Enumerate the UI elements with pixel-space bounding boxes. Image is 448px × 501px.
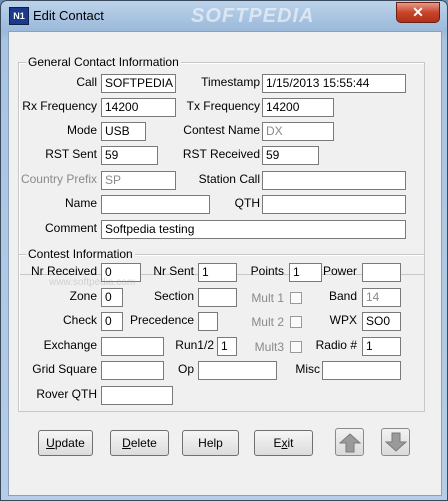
misc-field[interactable] xyxy=(322,361,401,380)
rover-qth-label: Rover QTH xyxy=(36,387,97,401)
general-contact-group: General Contact Information xyxy=(18,55,425,275)
delete-button-label: elete xyxy=(130,436,157,450)
check-label: Check xyxy=(62,313,97,327)
general-contact-group-title: General Contact Information xyxy=(26,55,181,69)
mult1-label: Mult 1 xyxy=(251,291,284,305)
run12-field[interactable]: 1 xyxy=(217,337,237,356)
call-label: Call xyxy=(76,75,97,89)
rx-frequency-label: Rx Frequency xyxy=(22,99,97,113)
band-label: Band xyxy=(328,289,357,303)
watermark: SOFTPEDIA xyxy=(191,5,315,27)
timestamp-label: Timestamp xyxy=(201,75,260,89)
station-call-field[interactable] xyxy=(262,171,406,190)
up-arrow-icon xyxy=(339,433,361,453)
help-button-label: Help xyxy=(198,436,223,450)
rover-qth-field[interactable] xyxy=(101,386,173,405)
mult1-checkbox[interactable] xyxy=(290,292,302,304)
edit-contact-window: N1 Edit Contact SOFTPEDIA ✕ General Cont… xyxy=(0,0,448,501)
window-title: Edit Contact xyxy=(33,8,104,23)
previous-record-button[interactable] xyxy=(335,428,364,456)
mult3-label: Mult3 xyxy=(254,340,284,354)
misc-label: Misc xyxy=(295,362,320,376)
update-button-accel: U xyxy=(46,436,55,450)
delete-button[interactable]: Delete xyxy=(110,430,169,456)
wpx-field[interactable]: SO0 xyxy=(362,312,401,331)
title-bar[interactable]: N1 Edit Contact SOFTPEDIA ✕ xyxy=(1,1,447,31)
contest-name-field[interactable]: DX xyxy=(262,122,334,141)
grid-square-field[interactable] xyxy=(101,361,164,380)
op-label: Op xyxy=(177,362,194,376)
power-label: Power xyxy=(322,264,357,278)
section-field[interactable] xyxy=(198,288,237,307)
band-field[interactable]: 14 xyxy=(362,288,401,307)
rst-received-field[interactable]: 59 xyxy=(262,146,319,165)
rst-sent-field[interactable]: 59 xyxy=(101,146,158,165)
delete-button-accel: D xyxy=(122,436,131,450)
name-field[interactable] xyxy=(101,195,210,214)
power-field[interactable] xyxy=(362,263,401,282)
country-prefix-field[interactable]: SP xyxy=(101,171,176,190)
radio-number-label: Radio # xyxy=(315,338,357,352)
points-label: Points xyxy=(250,264,284,278)
qth-field[interactable] xyxy=(262,195,406,214)
precedence-label: Precedence xyxy=(129,313,194,327)
tx-frequency-label: Tx Frequency xyxy=(186,99,260,113)
wpx-label: WPX xyxy=(329,313,357,327)
timestamp-field[interactable]: 1/15/2013 15:55:44 xyxy=(262,74,406,93)
exit-button-label-pre: E xyxy=(273,436,282,450)
radio-number-field[interactable]: 1 xyxy=(362,337,401,356)
update-button[interactable]: Update xyxy=(38,430,93,456)
down-arrow-icon xyxy=(385,432,407,452)
call-field[interactable]: SOFTPEDIA xyxy=(101,74,176,93)
contest-info-group-title: Contest Information xyxy=(26,247,135,261)
mult2-checkbox[interactable] xyxy=(290,316,302,328)
ghost-watermark-text: www.softpedia.com xyxy=(49,277,136,288)
rx-frequency-field[interactable]: 14200 xyxy=(101,98,176,117)
nr-sent-label: Nr Sent xyxy=(153,264,194,278)
tx-frequency-field[interactable]: 14200 xyxy=(262,98,334,117)
rst-received-label: RST Received xyxy=(182,147,260,161)
check-field[interactable]: 0 xyxy=(101,312,123,331)
grid-square-label: Grid Square xyxy=(32,362,97,376)
mode-label: Mode xyxy=(66,123,97,137)
qth-label: QTH xyxy=(234,196,260,210)
nr-received-label: Nr Received xyxy=(30,264,97,278)
run12-label: Run1/2 xyxy=(175,338,214,352)
exchange-label: Exchange xyxy=(43,338,97,352)
comment-field[interactable]: Softpedia testing xyxy=(101,220,406,239)
help-button[interactable]: Help xyxy=(182,430,239,456)
rst-sent-label: RST Sent xyxy=(45,147,97,161)
app-icon: N1 xyxy=(9,7,29,25)
exit-button-label-rest: it xyxy=(287,436,294,450)
close-button[interactable]: ✕ xyxy=(396,2,440,23)
precedence-field[interactable] xyxy=(198,312,218,331)
comment-label: Comment xyxy=(44,221,97,235)
zone-label: Zone xyxy=(69,289,97,303)
country-prefix-label: Country Prefix xyxy=(20,172,97,186)
mode-field[interactable]: USB xyxy=(101,122,146,141)
exit-button[interactable]: Exit xyxy=(254,430,313,456)
update-button-label: pdate xyxy=(54,436,85,450)
contest-name-label: Contest Name xyxy=(183,123,260,137)
station-call-label: Station Call xyxy=(198,172,260,186)
dialog-client-area: General Contact Information Call SOFTPED… xyxy=(8,31,442,496)
name-label: Name xyxy=(64,196,97,210)
nr-sent-field[interactable]: 1 xyxy=(198,263,237,282)
points-field[interactable]: 1 xyxy=(289,263,322,282)
exchange-field[interactable] xyxy=(101,337,164,356)
mult3-checkbox[interactable] xyxy=(290,341,302,353)
op-field[interactable] xyxy=(198,361,277,380)
mult2-label: Mult 2 xyxy=(251,315,284,329)
next-record-button[interactable] xyxy=(381,428,410,456)
section-label: Section xyxy=(153,289,194,303)
zone-field[interactable]: 0 xyxy=(101,288,123,307)
